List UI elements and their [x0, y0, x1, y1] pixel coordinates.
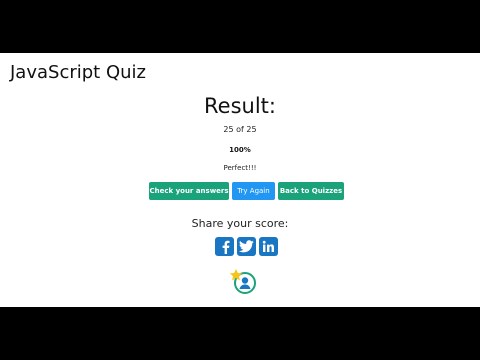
back-to-quizzes-button[interactable]: Back to Quizzes	[278, 182, 344, 200]
user-star-badge-icon	[229, 268, 259, 296]
result-heading: Result:	[204, 94, 276, 118]
score-percent: 100%	[229, 146, 251, 154]
twitter-icon[interactable]	[237, 237, 256, 256]
score-count: 25 of 25	[223, 125, 257, 134]
quiz-result-page: JavaScript Quiz Result: 25 of 25 100% Pe…	[0, 53, 480, 307]
quiz-title: JavaScript Quiz	[10, 62, 146, 83]
social-share-row	[215, 237, 279, 257]
result-message: Perfect!!!	[223, 164, 257, 172]
linkedin-icon[interactable]	[259, 237, 278, 256]
try-again-button[interactable]: Try Again	[232, 182, 275, 200]
result-actions: Check your answers Try Again Back to Qui…	[0, 182, 480, 200]
share-label: Share your score:	[191, 217, 289, 230]
check-answers-button[interactable]: Check your answers	[149, 182, 229, 200]
facebook-icon[interactable]	[215, 237, 234, 256]
